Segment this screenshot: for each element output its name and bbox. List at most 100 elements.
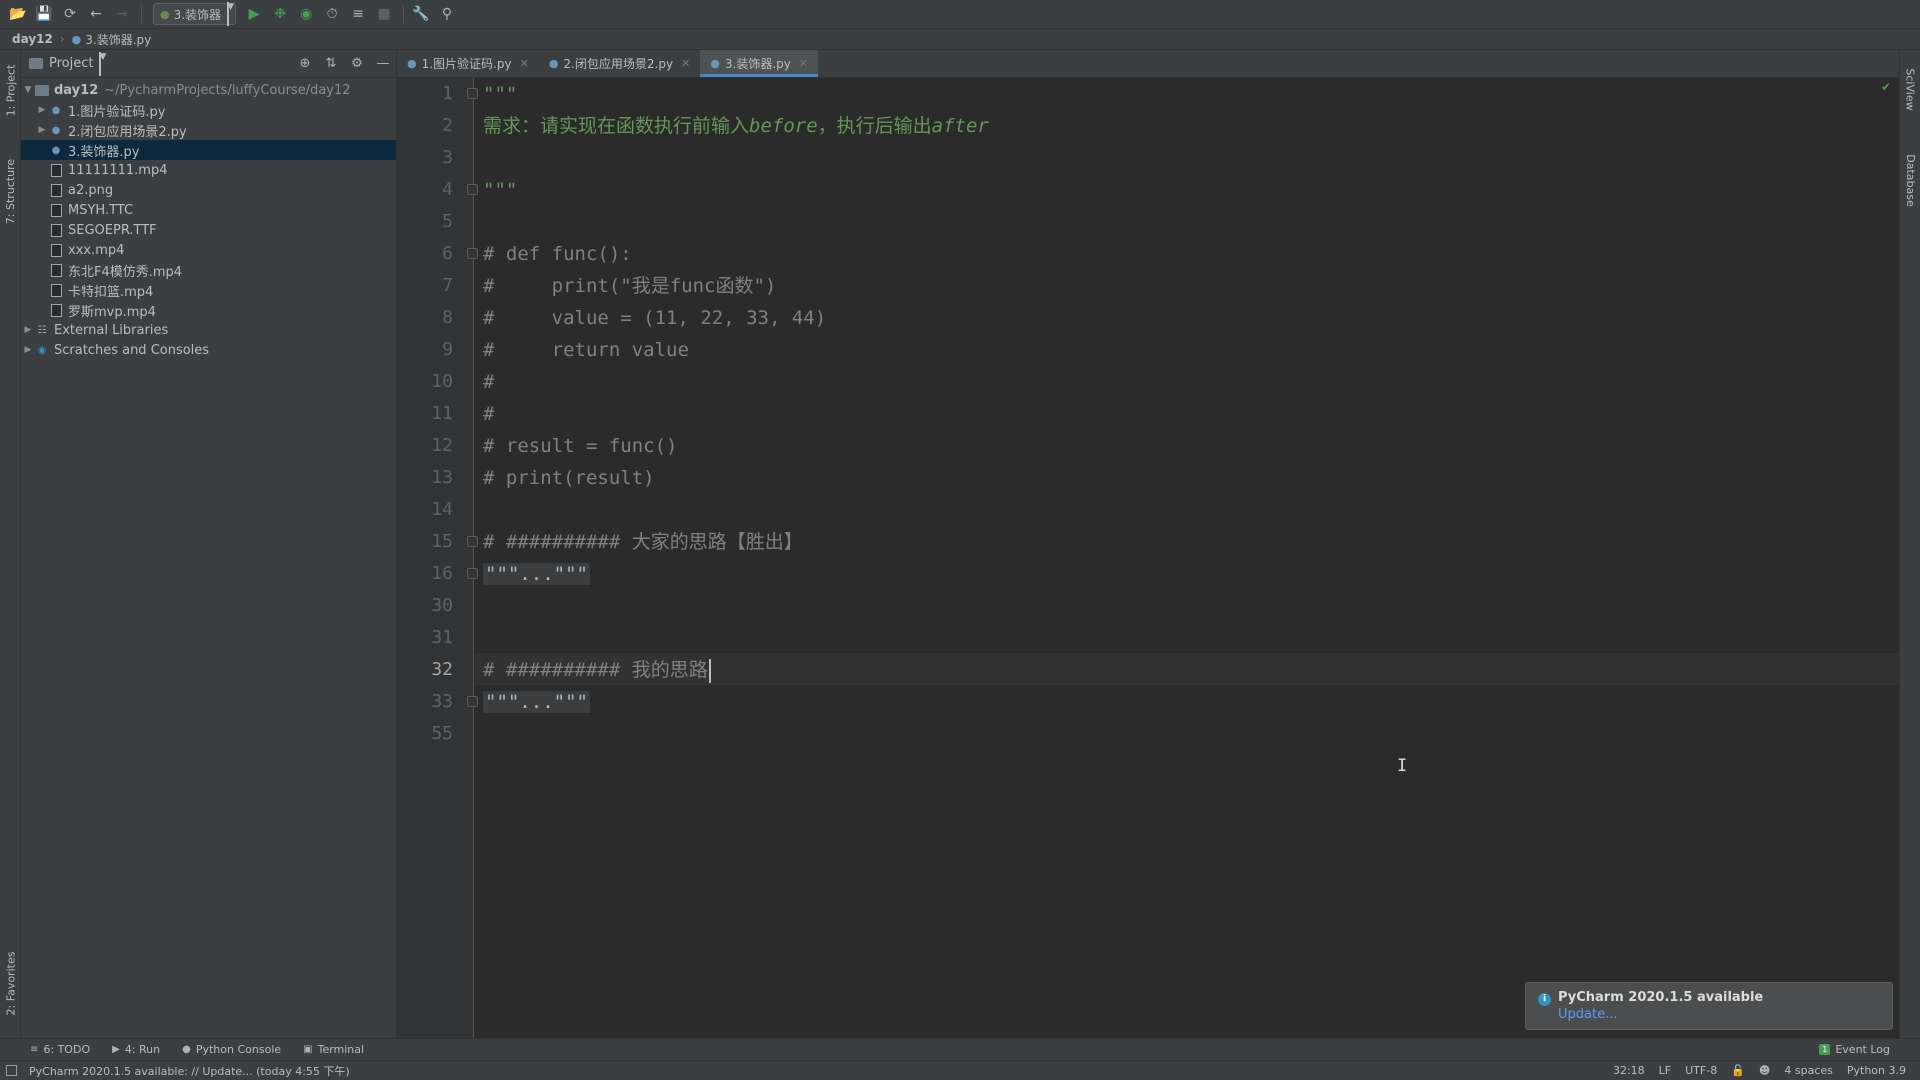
run-tool-button[interactable]: ▶ 4: Run [112, 1043, 160, 1056]
search-icon[interactable]: ⚲ [435, 2, 459, 26]
project-view-select[interactable]: Project [49, 56, 93, 71]
tree-item-file[interactable]: SEGOEPR.TTF [21, 220, 396, 240]
profile-icon[interactable]: ⏱ [320, 2, 344, 26]
run-config-select[interactable]: ● 3.装饰器 ▼ [153, 2, 237, 26]
folded-code-block[interactable]: """...""" [483, 686, 590, 718]
project-panel: Project ▼ ⊕ ⇅ ⚙ — ▼ day12 ~/PycharmProje… [21, 50, 397, 1038]
tree-item-file-selected[interactable]: ● 3.装饰器.py [21, 140, 396, 160]
sync-icon[interactable]: ⟳ [58, 2, 82, 26]
tree-item-file[interactable]: 卡特扣篮.mp4 [21, 280, 396, 300]
line-number: 33 [431, 691, 453, 712]
chevron-right-icon[interactable]: ▶ [35, 125, 49, 135]
hide-panel-icon[interactable]: — [370, 56, 396, 71]
run-concurrency-icon[interactable]: ≡ [346, 2, 370, 26]
tree-root-day12[interactable]: ▼ day12 ~/PycharmProjects/luffyCourse/da… [21, 80, 396, 100]
folded-placeholder[interactable]: """...""" [483, 691, 590, 713]
tab-favorites[interactable]: 2: Favorites [0, 938, 21, 1028]
breadcrumb-separator-icon: › [59, 32, 65, 46]
code-editor[interactable]: 1 2 3 4 5 6 7 8 9 10 11 12 13 14 15 16 3… [397, 78, 1899, 1038]
tree-item-file[interactable]: 11111111.mp4 [21, 160, 396, 180]
run-icon[interactable]: ▶ [242, 2, 266, 26]
inspector-icon[interactable]: ☻ [1759, 1064, 1770, 1077]
tree-scratches[interactable]: ▶ ◉ Scratches and Consoles [21, 340, 396, 360]
status-message[interactable]: PyCharm 2020.1.5 available: // Update...… [29, 1063, 350, 1079]
python-console-button[interactable]: ● Python Console [182, 1043, 281, 1056]
interpreter[interactable]: Python 3.9 [1847, 1064, 1906, 1077]
chevron-down-icon[interactable]: ▼ [21, 85, 35, 95]
debug-icon[interactable]: ❉ [268, 2, 292, 26]
tree-item-file[interactable]: MSYH.TTC [21, 200, 396, 220]
fold-marker-icon[interactable] [467, 248, 478, 259]
close-icon[interactable]: ✕ [799, 57, 808, 70]
fold-marker-icon[interactable] [467, 88, 478, 99]
tree-external-libraries[interactable]: ▶ ☷ External Libraries [21, 320, 396, 340]
run-config-label: 3.装饰器 [173, 7, 222, 22]
line-number: 8 [442, 307, 453, 328]
right-tool-stripe: SciView Database [1899, 50, 1920, 1038]
chevron-right-icon[interactable]: ▶ [21, 325, 35, 335]
chevron-down-icon[interactable]: ▼ [99, 51, 106, 76]
editor-tab[interactable]: ● 2.闭包应用场景2.py ✕ [539, 50, 700, 77]
locate-file-icon[interactable]: ⊕ [292, 56, 318, 71]
terminal-button[interactable]: ▣ Terminal [303, 1043, 364, 1056]
run-coverage-icon[interactable]: ◉ [294, 2, 318, 26]
tree-item-file[interactable]: 罗斯mvp.mp4 [21, 300, 396, 320]
indent-setting[interactable]: 4 spaces [1784, 1064, 1833, 1077]
tab-sciview[interactable]: SciView [1900, 54, 1920, 124]
main-toolbar: 📂 💾 ⟳ ← → ● 3.装饰器 ▼ ▶ ❉ ◉ ⏱ ≡ ■ 🔧 ⚲ [0, 0, 1920, 28]
line-separator[interactable]: LF [1659, 1064, 1671, 1077]
python-file-icon: ● [160, 7, 170, 21]
tab-database[interactable]: Database [1900, 140, 1920, 220]
back-icon[interactable]: ← [84, 2, 108, 26]
fold-marker-icon[interactable] [467, 696, 478, 707]
tab-favorites-label: 2: Favorites [4, 951, 18, 1015]
chevron-right-icon[interactable]: ▶ [21, 345, 35, 355]
breadcrumb-file[interactable]: 3.装饰器.py [85, 31, 151, 48]
notification-title: PyCharm 2020.1.5 available [1558, 990, 1764, 1005]
tool-label: 4: Run [124, 1043, 161, 1056]
event-log-button[interactable]: 1 Event Log [1819, 1043, 1890, 1056]
code-line: # print(result) [483, 467, 655, 489]
tab-structure[interactable]: 7: Structure [0, 146, 21, 236]
tree-item-file[interactable]: a2.png [21, 180, 396, 200]
stop-icon[interactable]: ■ [372, 2, 396, 26]
todo-tool-button[interactable]: ≡ 6: TODO [30, 1043, 90, 1056]
run-icon: ▶ [112, 1044, 120, 1055]
caret-position[interactable]: 32:18 [1613, 1064, 1645, 1077]
editor-tab-bar: ● 1.图片验证码.py ✕ ● 2.闭包应用场景2.py ✕ ● 3.装饰器.… [397, 50, 1899, 78]
lock-icon[interactable]: 🔓 [1731, 1064, 1745, 1077]
tree-item-label: SEGOEPR.TTF [68, 222, 157, 238]
fold-marker-icon[interactable] [467, 568, 478, 579]
forward-icon[interactable]: → [110, 2, 134, 26]
tool-label: Python Console [195, 1043, 282, 1056]
chevron-right-icon[interactable]: ▶ [35, 105, 49, 115]
fold-marker-icon[interactable] [467, 184, 478, 195]
line-number-gutter[interactable]: 1 2 3 4 5 6 7 8 9 10 11 12 13 14 15 16 3… [397, 78, 478, 1038]
toggle-tool-windows-icon[interactable] [6, 1065, 17, 1076]
tab-project[interactable]: 1: Project [0, 54, 21, 126]
folded-code-block[interactable]: """...""" [483, 558, 590, 590]
tree-item-file[interactable]: xxx.mp4 [21, 240, 396, 260]
scratches-icon: ◉ [37, 344, 47, 356]
editor-tab[interactable]: ● 1.图片验证码.py ✕ [397, 50, 539, 77]
open-folder-icon[interactable]: 📂 [6, 2, 30, 26]
gear-icon[interactable]: ⚙ [344, 56, 370, 71]
tree-item-file[interactable]: ▶ ● 1.图片验证码.py [21, 100, 396, 120]
update-link[interactable]: Update... [1558, 1007, 1892, 1022]
tree-item-file[interactable]: ▶ ● 2.闭包应用场景2.py [21, 120, 396, 140]
save-all-icon[interactable]: 💾 [32, 2, 56, 26]
update-notification: i PyCharm 2020.1.5 available Update... [1525, 982, 1893, 1030]
collapse-all-icon[interactable]: ⇅ [318, 56, 344, 71]
close-icon[interactable]: ✕ [520, 57, 529, 70]
fold-marker-icon[interactable] [467, 536, 478, 547]
folded-placeholder[interactable]: """...""" [483, 563, 590, 585]
tree-item-file[interactable]: 东北F4模仿秀.mp4 [21, 260, 396, 280]
editor-tab-active[interactable]: ● 3.装饰器.py ✕ [700, 50, 819, 77]
file-encoding[interactable]: UTF-8 [1685, 1064, 1717, 1077]
image-file-icon [51, 183, 62, 197]
tree-item-label: Scratches and Consoles [54, 342, 210, 358]
close-icon[interactable]: ✕ [681, 57, 690, 70]
breadcrumb-project[interactable]: day12 [12, 32, 53, 46]
wrench-settings-icon[interactable]: 🔧 [409, 2, 433, 26]
inspection-ok-icon[interactable]: ✔ [1881, 80, 1891, 94]
